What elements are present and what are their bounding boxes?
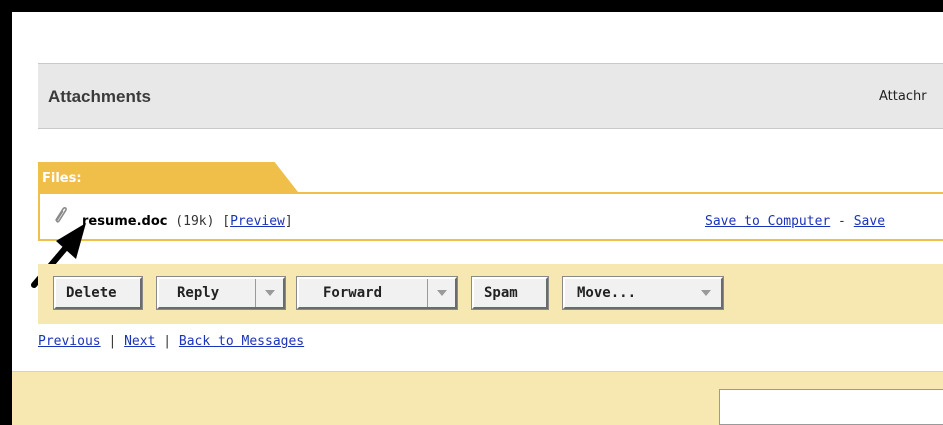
attachments-header: Attachments Attachr xyxy=(38,63,943,129)
chevron-down-icon xyxy=(436,290,447,296)
bracket-close: ] xyxy=(284,214,293,229)
nav-separator: | xyxy=(155,334,179,349)
reply-button[interactable]: Reply xyxy=(156,276,286,310)
move-select-label: Move... xyxy=(577,285,637,301)
spam-button[interactable]: Spam xyxy=(471,276,549,310)
save-separator: - xyxy=(830,214,854,229)
reply-button-label: Reply xyxy=(177,285,220,301)
spam-button-label: Spam xyxy=(484,285,518,301)
file-name[interactable]: resume.doc xyxy=(82,214,167,229)
file-info: resume.doc (19k) [Preview] xyxy=(82,214,293,229)
attachments-right-label: Attachr xyxy=(879,89,927,104)
email-page: Attachments Attachr Files: resume.doc (1… xyxy=(12,12,943,425)
attachment-row: resume.doc (19k) [Preview] Save to Compu… xyxy=(38,192,943,241)
save-links: Save to Computer - Save xyxy=(705,214,885,229)
chevron-down-icon xyxy=(701,290,711,296)
forward-button[interactable]: Forward xyxy=(296,276,458,310)
files-label: Files: xyxy=(42,171,82,186)
next-link[interactable]: Next xyxy=(124,334,155,349)
delete-button-label: Delete xyxy=(66,285,117,301)
bottom-band xyxy=(12,371,943,425)
bracket-open: [ xyxy=(222,214,231,229)
attachments-title: Attachments xyxy=(48,87,151,106)
chevron-down-icon xyxy=(264,290,275,296)
file-size: (19k) xyxy=(175,214,215,229)
delete-button[interactable]: Delete xyxy=(53,276,143,310)
preview-link[interactable]: Preview xyxy=(230,214,285,229)
back-to-messages-link[interactable]: Back to Messages xyxy=(179,334,304,349)
files-tab: Files: xyxy=(38,162,298,192)
nav-separator: | xyxy=(100,334,125,349)
save-other-link[interactable]: Save xyxy=(854,214,885,229)
message-toolbar: Delete Reply Forward Spam Move... xyxy=(38,264,943,324)
forward-dropdown-arrow[interactable] xyxy=(427,279,455,307)
bottom-input-field[interactable] xyxy=(719,389,943,425)
previous-link[interactable]: Previous xyxy=(38,334,101,349)
save-to-computer-link[interactable]: Save to Computer xyxy=(705,214,830,229)
forward-button-label: Forward xyxy=(323,285,383,301)
reply-dropdown-arrow[interactable] xyxy=(255,279,283,307)
message-navigation: Previous | Next | Back to Messages xyxy=(38,334,304,349)
move-dropdown-arrow[interactable] xyxy=(701,279,711,307)
move-select[interactable]: Move... xyxy=(562,276,724,310)
